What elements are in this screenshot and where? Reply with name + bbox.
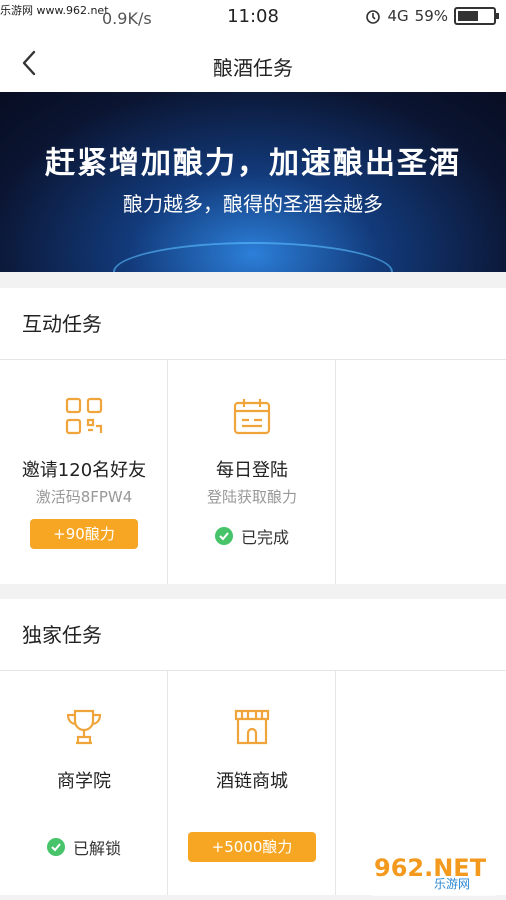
banner-headline: 赶紧增加酿力，加速酿出圣酒 (45, 146, 461, 181)
status-label: 已解锁 (72, 839, 121, 858)
trophy-icon (66, 709, 102, 745)
task-desc: 激活码8FPW4 (35, 488, 133, 506)
promo-banner: 赶紧增加酿力，加速酿出圣酒 酿力越多，酿得的圣酒会越多 (0, 92, 506, 272)
task-daily-login[interactable]: 每日登陆 登陆获取酿力 已完成 (168, 360, 336, 584)
status-label: 已完成 (240, 528, 289, 547)
task-desc: 登陆获取酿力 (206, 488, 297, 506)
section-interactive-tasks: 互动任务 邀请120名好友 激活码8FPW4 +90酿力 每日登陆 登陆获取酿力… (0, 288, 506, 584)
site-watermark: 962.NET 乐游网 (368, 850, 500, 896)
battery-icon (454, 7, 499, 25)
check-icon (214, 527, 233, 545)
reward-button[interactable]: +90酿力 (30, 519, 138, 549)
empty-cell (336, 360, 504, 584)
section-title: 互动任务 (0, 288, 506, 360)
calendar-icon (233, 399, 271, 435)
unlocked-status: 已解锁 (0, 835, 168, 859)
banner-glow-ring (113, 242, 393, 272)
nav-bar: 酿酒任务 (0, 36, 506, 92)
task-name: 每日登陆 (216, 460, 288, 481)
network-type: 4G (387, 7, 409, 25)
task-name: 邀请120名好友 (21, 460, 147, 481)
watermark-text: 乐游网 (434, 877, 471, 891)
check-icon (46, 838, 65, 856)
task-name: 商学院 (57, 771, 111, 792)
qr-code-icon (65, 397, 103, 435)
task-invite-friends[interactable]: 邀请120名好友 激活码8FPW4 +90酿力 (0, 360, 168, 584)
status-bar: 乐游网 www.962.net 0.9K/s 11:08 4G 59% (0, 0, 506, 36)
battery-percent: 59% (414, 7, 448, 25)
status-right: 4G 59% (365, 7, 499, 25)
task-wine-chain-mall[interactable]: 酒链商城 +5000酿力 (168, 671, 336, 895)
store-icon (234, 709, 270, 745)
task-name: 酒链商城 (216, 771, 288, 792)
task-grid: 邀请120名好友 激活码8FPW4 +90酿力 每日登陆 登陆获取酿力 已完成 (0, 360, 506, 584)
reward-button[interactable]: +5000酿力 (188, 832, 316, 862)
page-title: 酿酒任务 (213, 56, 293, 80)
banner-subtitle: 酿力越多，酿得的圣酒会越多 (123, 192, 383, 216)
section-title: 独家任务 (0, 599, 506, 671)
battery-level (458, 11, 478, 21)
completed-status: 已完成 (168, 524, 336, 548)
alarm-icon (366, 10, 381, 24)
task-business-school[interactable]: 商学院 已解锁 (0, 671, 168, 895)
